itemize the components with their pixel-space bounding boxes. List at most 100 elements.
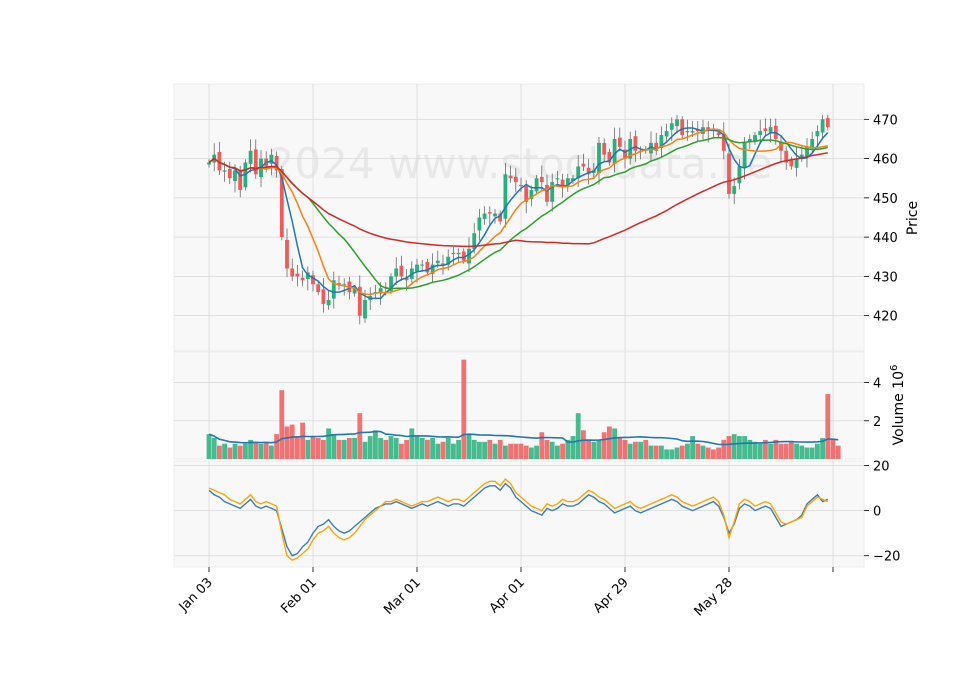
- volume-tick-label: 4: [873, 377, 881, 392]
- watermark: 2024 www.stockdata.ne: [268, 139, 773, 188]
- x-tick-label: Apr 29: [591, 575, 632, 616]
- candle-body: [680, 119, 685, 136]
- volume-bar: [326, 428, 331, 459]
- volume-bar: [232, 443, 238, 459]
- price-tick-label: 440: [873, 231, 898, 246]
- candle-body: [799, 154, 804, 158]
- volume-bar: [690, 436, 695, 459]
- candle-body: [758, 131, 763, 136]
- volume-bar: [336, 439, 342, 459]
- candle-body: [326, 299, 331, 306]
- candle-body: [363, 299, 367, 319]
- candle-body: [248, 150, 253, 164]
- volume-bar: [321, 439, 326, 459]
- volume-bar: [508, 443, 513, 459]
- candle-body: [508, 175, 513, 179]
- volume-bar: [373, 430, 378, 459]
- volume-bar: [289, 424, 295, 459]
- candle-body: [815, 131, 820, 137]
- price-tick-label: 420: [873, 310, 898, 325]
- volume-bar: [300, 422, 305, 459]
- candle-body: [664, 131, 669, 137]
- volume-bar: [518, 443, 524, 459]
- candle-body: [685, 131, 690, 133]
- candle-body: [300, 277, 305, 281]
- volume-axis-label: Volume 106: [889, 365, 907, 446]
- volume-bar: [440, 441, 446, 459]
- candle-body: [227, 169, 232, 179]
- candle-body: [555, 178, 560, 180]
- candle-body: [415, 264, 419, 272]
- volume-bar: [669, 449, 675, 459]
- volume-bar: [237, 445, 243, 459]
- candle-body: [633, 136, 638, 151]
- volume-bar: [331, 434, 337, 459]
- volume-bar: [513, 443, 519, 459]
- candle-body: [612, 138, 617, 164]
- volume-bar: [789, 441, 794, 459]
- volume-bar: [549, 441, 555, 459]
- volume-bar: [341, 439, 347, 459]
- volume-bar: [295, 436, 300, 459]
- candle-body: [534, 178, 539, 192]
- price-axis-label: Price: [905, 201, 921, 235]
- volume-bar: [643, 439, 649, 459]
- price-tick-labels: 420 430 440 450 460 470: [864, 113, 898, 325]
- volume-bar: [352, 437, 357, 459]
- volume-bar: [367, 436, 373, 459]
- volume-bar: [419, 437, 425, 459]
- volume-bar: [523, 445, 529, 459]
- volume-bar: [659, 445, 664, 459]
- volume-bar: [544, 439, 550, 459]
- volume-tick-labels: 24: [864, 377, 881, 430]
- volume-bar: [804, 447, 810, 459]
- volume-bar: [757, 443, 763, 459]
- x-tick-label: May 28: [692, 575, 736, 619]
- volume-bar: [274, 434, 279, 459]
- volume-bar: [284, 426, 290, 459]
- volume-bar: [399, 443, 404, 459]
- volume-bar: [815, 443, 820, 459]
- volume-bar: [497, 439, 503, 459]
- volume-bar: [409, 428, 415, 459]
- candle-body: [768, 127, 773, 133]
- candle-body: [207, 162, 211, 165]
- candle-body: [690, 131, 695, 133]
- volume-bar: [607, 426, 612, 459]
- oscillator-tick-label: 0: [873, 505, 881, 520]
- price-tick-label: 430: [873, 270, 898, 285]
- volume-bar: [383, 439, 389, 459]
- volume-bar: [362, 441, 368, 459]
- volume-bar: [269, 445, 274, 459]
- volume-bar: [705, 447, 711, 459]
- volume-bar: [310, 436, 316, 459]
- volume-bar: [503, 445, 508, 459]
- candle-body: [316, 284, 321, 293]
- volume-bar: [211, 437, 217, 459]
- candle-body: [810, 138, 815, 147]
- candle-body: [487, 212, 492, 214]
- candle-body: [732, 186, 737, 194]
- volume-bar: [581, 430, 586, 459]
- volume-bar: [794, 443, 799, 459]
- volume-bar: [685, 443, 690, 459]
- volume-bar: [716, 447, 721, 459]
- candle-body: [742, 142, 747, 168]
- volume-bar: [555, 445, 560, 459]
- volume-bar: [721, 439, 727, 459]
- price-tick-label: 460: [873, 153, 898, 168]
- candle-body: [597, 142, 601, 174]
- volume-bar: [430, 437, 435, 459]
- stock-chart: 2024 www.stockdata.ne 420430440450460470…: [173, 83, 921, 619]
- volume-bar: [477, 441, 482, 459]
- volume-bar: [222, 443, 227, 459]
- volume-bar: [315, 437, 321, 459]
- volume-bar: [570, 436, 576, 459]
- volume-bar: [648, 445, 654, 459]
- candle-body: [727, 153, 731, 194]
- volume-bar: [674, 447, 680, 459]
- candle-body: [435, 260, 440, 264]
- oscillator-tick-label: −20: [873, 550, 900, 565]
- candle-body: [763, 128, 768, 132]
- volume-bar: [445, 437, 451, 459]
